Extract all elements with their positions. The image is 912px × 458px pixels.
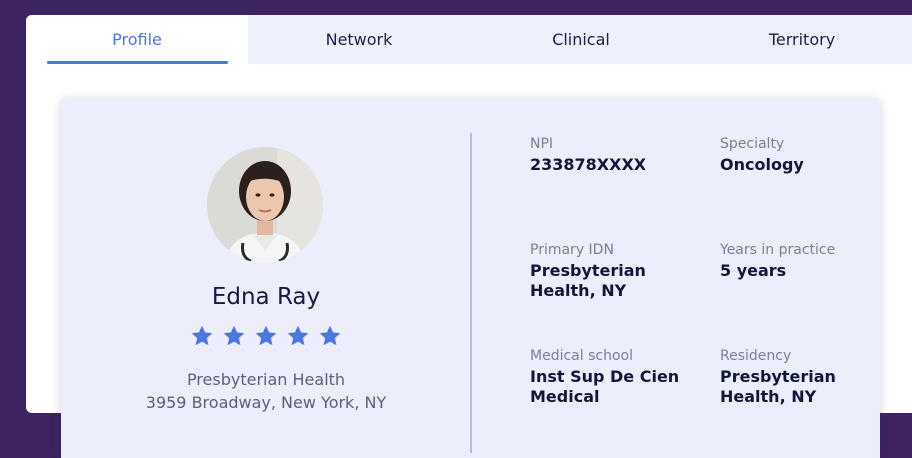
star-icon	[223, 325, 245, 346]
tab-clinical[interactable]: Clinical	[470, 15, 692, 64]
detail-value: 233878XXXX	[530, 155, 647, 174]
tab-network-label: Network	[325, 30, 393, 49]
tab-profile[interactable]: Profile	[26, 15, 248, 64]
tab-clinical-label: Clinical	[552, 30, 610, 49]
tab-bar: Profile Network Clinical Territory	[26, 15, 912, 64]
detail-label: Medical school	[530, 348, 633, 364]
active-tab-indicator	[47, 61, 228, 64]
provider-address: 3959 Broadway, New York, NY	[145, 393, 387, 412]
detail-value: 5 years	[720, 261, 787, 280]
detail-medical-school: Medical school Inst Sup De Cien Medical	[530, 347, 700, 407]
detail-specialty: Specialty Oncology	[720, 135, 890, 175]
avatar	[207, 147, 323, 263]
tab-profile-label: Profile	[112, 30, 162, 49]
card-divider	[470, 133, 472, 453]
detail-label: NPI	[530, 136, 554, 152]
detail-value: Inst Sup De Cien Medical	[530, 367, 680, 406]
detail-label: Years in practice	[720, 242, 836, 258]
rating-stars	[121, 324, 411, 348]
detail-years-in-practice: Years in practice 5 years	[720, 241, 890, 281]
detail-value: Presbyterian Health, NY	[530, 261, 646, 300]
detail-label: Residency	[720, 348, 792, 364]
detail-residency: Residency Presbyterian Health, NY	[720, 347, 890, 407]
provider-name: Edna Ray	[211, 284, 321, 310]
tab-territory-label: Territory	[768, 30, 836, 49]
detail-value: Oncology	[720, 155, 804, 174]
provider-card: Edna Ray Presbyterian Health 3959 Broadw…	[61, 98, 880, 458]
star-icon	[255, 325, 277, 346]
tab-network[interactable]: Network	[248, 15, 470, 64]
provider-organization: Presbyterian Health	[186, 370, 346, 389]
detail-label: Specialty	[720, 136, 785, 152]
detail-value: Presbyterian Health, NY	[720, 367, 836, 406]
star-icon	[191, 325, 213, 346]
avatar-portrait	[207, 147, 323, 263]
star-icon	[287, 325, 309, 346]
detail-npi: NPI 233878XXXX	[530, 135, 700, 175]
star-icon	[319, 325, 341, 346]
detail-primary-idn: Primary IDN Presbyterian Health, NY	[530, 241, 700, 301]
tab-territory[interactable]: Territory	[692, 15, 912, 64]
detail-label: Primary IDN	[530, 242, 614, 258]
